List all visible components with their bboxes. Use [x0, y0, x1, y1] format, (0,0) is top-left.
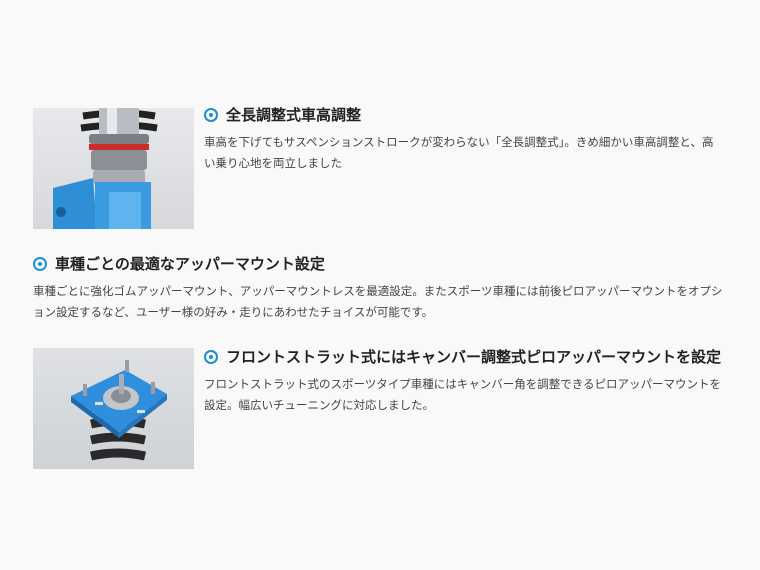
section-heading: 車種ごとの最適なアッパーマウント設定: [33, 253, 723, 275]
section-heading: フロントストラット式にはキャンバー調整式ピロアッパーマウントを設定: [204, 346, 724, 368]
target-bullet-icon: [204, 350, 218, 364]
section-title: 全長調整式車高調整: [226, 106, 362, 124]
pillow-upper-mount-photo: [33, 348, 194, 469]
target-bullet-icon: [204, 108, 218, 122]
section-body: 車種ごとに強化ゴムアッパーマウント、アッパーマウントレスを最適設定。またスポーツ…: [33, 284, 723, 319]
coilover-height-adjust-photo: [33, 108, 194, 229]
section-heading: 全長調整式車高調整: [204, 104, 724, 126]
section-camber-mount: フロントストラット式にはキャンバー調整式ピロアッパーマウントを設定 フロントスト…: [204, 346, 724, 416]
section-title: フロントストラット式にはキャンバー調整式ピロアッパーマウントを設定: [226, 348, 722, 366]
section-title: 車種ごとの最適なアッパーマウント設定: [55, 255, 325, 273]
section-upper-mount: 車種ごとの最適なアッパーマウント設定 車種ごとに強化ゴムアッパーマウント、アッパ…: [33, 253, 723, 323]
target-bullet-icon: [33, 257, 47, 271]
section-height-adjust: 全長調整式車高調整 車高を下げてもサスペンションストロークが変わらない「全長調整…: [204, 104, 724, 174]
section-body: フロントストラット式のスポーツタイプ車種にはキャンバー角を調整できるピロアッパー…: [204, 377, 722, 412]
section-body: 車高を下げてもサスペンションストロークが変わらない「全長調整式」。きめ細かい車高…: [204, 135, 714, 170]
